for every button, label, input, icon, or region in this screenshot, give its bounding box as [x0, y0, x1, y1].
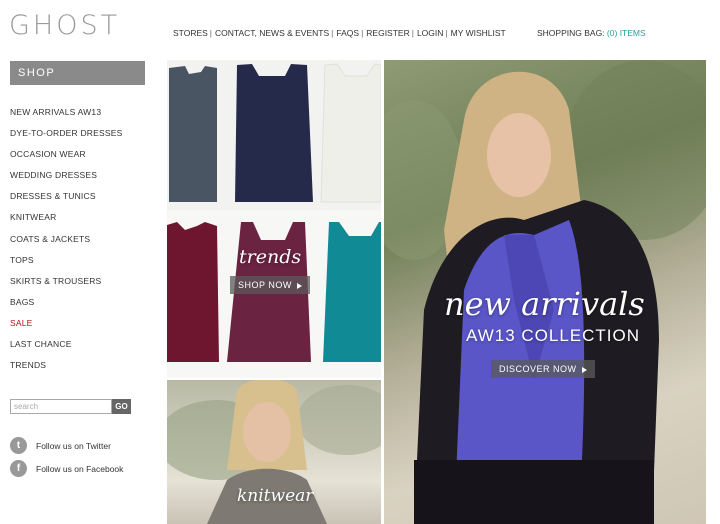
shop-now-label: SHOP NOW [238, 280, 292, 290]
sidebar-item-skirts-trousers[interactable]: SKIRTS & TROUSERS [10, 276, 122, 297]
nav-separator: | [209, 28, 213, 38]
nav-login-link[interactable]: LOGIN [417, 28, 443, 38]
collection-subtitle: AW13 COLLECTION [466, 326, 641, 345]
new-arrivals-hero[interactable]: new arrivals AW13 COLLECTION DISCOVER NO… [384, 60, 706, 524]
shop-now-button[interactable]: SHOP NOW [230, 276, 310, 294]
discover-now-button[interactable]: DISCOVER NOW [491, 360, 595, 378]
sidebar-item-wedding-dresses[interactable]: WEDDING DRESSES [10, 170, 122, 191]
nav-stores-link[interactable]: STORES [173, 28, 208, 38]
facebook-icon: f [10, 460, 27, 477]
sidebar-item-trends[interactable]: TRENDS [10, 360, 122, 381]
shopping-bag-link[interactable]: SHOPPING BAG: (0) ITEMS [537, 28, 646, 38]
trends-promo[interactable]: trends SHOP NOW [167, 60, 381, 378]
sidebar-item-dye-to-order[interactable]: DYE-TO-ORDER DRESSES [10, 128, 122, 149]
nav-separator: | [411, 28, 414, 38]
facebook-label: Follow us on Facebook [36, 463, 124, 474]
knitwear-promo[interactable]: knitwear [167, 380, 381, 524]
facebook-link[interactable]: f Follow us on Facebook [10, 460, 123, 477]
discover-now-label: DISCOVER NOW [499, 364, 577, 374]
twitter-label: Follow us on Twitter [36, 440, 111, 451]
bag-count: (0) [606, 28, 618, 38]
trends-title: trends [239, 246, 302, 268]
sidebar-item-coats-jackets[interactable]: COATS & JACKETS [10, 234, 122, 255]
arrow-right-icon [581, 366, 587, 373]
ghost-logo[interactable]: GHOST [9, 10, 120, 41]
nav-separator: | [331, 28, 334, 38]
sidebar-item-bags[interactable]: BAGS [10, 297, 122, 318]
shop-category-list: NEW ARRIVALS AW13 DYE-TO-ORDER DRESSES O… [10, 107, 122, 381]
sidebar-item-new-arrivals[interactable]: NEW ARRIVALS AW13 [10, 107, 122, 128]
new-arrivals-title: new arrivals [444, 285, 645, 323]
garment-grid-image [167, 60, 381, 378]
nav-contact-link[interactable]: CONTACT, NEWS & EVENTS [215, 28, 329, 38]
nav-wishlist-link[interactable]: MY WISHLIST [451, 28, 506, 38]
sidebar-item-dresses-tunics[interactable]: DRESSES & TUNICS [10, 191, 122, 212]
sidebar-item-tops[interactable]: TOPS [10, 255, 122, 276]
top-navigation: STORES | CONTACT, NEWS & EVENTS | FAQS | RE… [173, 28, 506, 38]
sidebar-item-occasion-wear[interactable]: OCCASION WEAR [10, 149, 122, 170]
nav-register-link[interactable]: REGISTER [366, 28, 409, 38]
bag-label: SHOPPING BAG: [537, 28, 605, 38]
nav-separator: | [445, 28, 448, 38]
twitter-icon: t [10, 437, 27, 454]
arrow-right-icon [296, 282, 302, 289]
nav-separator: | [361, 28, 364, 38]
bag-items-label: ITEMS [619, 28, 646, 38]
sidebar-item-sale[interactable]: SALE [10, 318, 122, 339]
knitwear-title: knitwear [237, 486, 314, 506]
search-go-button[interactable]: GO [112, 399, 131, 414]
shop-header: SHOP [10, 61, 145, 85]
sidebar-item-knitwear[interactable]: KNITWEAR [10, 212, 122, 233]
search-input[interactable]: search [10, 399, 112, 414]
nav-faqs-link[interactable]: FAQS [336, 28, 359, 38]
sidebar-item-last-chance[interactable]: LAST CHANCE [10, 339, 122, 360]
twitter-link[interactable]: t Follow us on Twitter [10, 437, 111, 454]
